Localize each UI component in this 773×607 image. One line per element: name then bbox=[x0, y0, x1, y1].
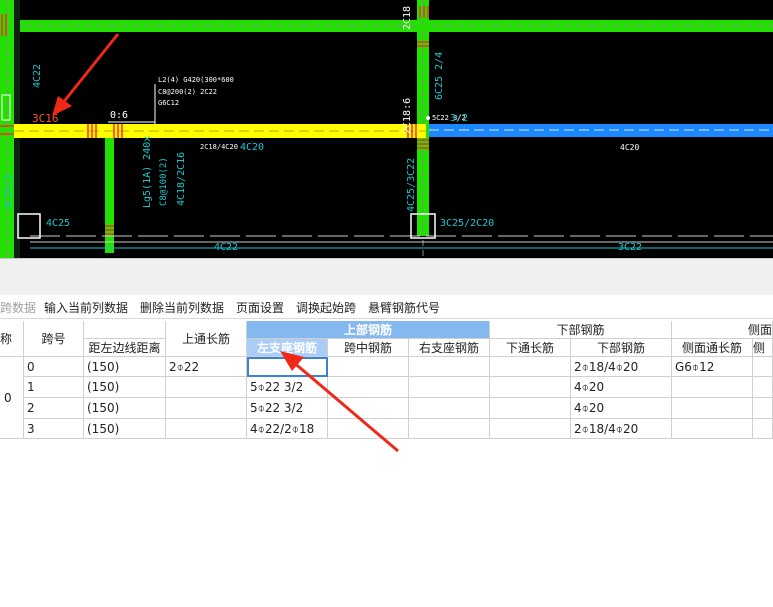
header-bottom-through[interactable]: 下通长筋 bbox=[490, 339, 571, 357]
cad-label-beam-left-lower: 2C18/4C20 bbox=[200, 143, 238, 151]
cell-left-support-selected[interactable] bbox=[247, 357, 328, 377]
cad-label-left-vertical: 4C22 bbox=[32, 64, 43, 88]
header-side-group-partial: 侧面 bbox=[672, 321, 773, 339]
toolbar-delete-column[interactable]: 删除当前列数据 bbox=[140, 299, 224, 316]
cell-bottom-bar[interactable]: 4⌽20 bbox=[571, 377, 672, 398]
cell-bottom-through[interactable] bbox=[490, 398, 571, 419]
toolbar-swap-start-span[interactable]: 调换起始跨 bbox=[296, 299, 356, 316]
cell-left-support[interactable]: 5⌽22 3/2 bbox=[247, 398, 328, 419]
left-column bbox=[0, 0, 14, 258]
cad-drawing: 2C18 4C22 3C16 0:6 L2(4) G420(300*600 C8… bbox=[0, 0, 773, 258]
toolbar-page-setup[interactable]: 页面设置 bbox=[236, 299, 284, 316]
annotation-arrow-top bbox=[52, 33, 120, 116]
cad-label-middle-right-v1: 2C18:6 bbox=[402, 98, 413, 134]
cell-dist[interactable]: (150) bbox=[84, 377, 166, 398]
cell-side-through[interactable] bbox=[672, 377, 753, 398]
cell-top-through[interactable] bbox=[166, 377, 247, 398]
cad-label-right-beam-bottom: 4C20 bbox=[620, 143, 639, 152]
cell-right-support[interactable] bbox=[409, 398, 490, 419]
cell-right-support[interactable] bbox=[409, 377, 490, 398]
cell-mid-span[interactable] bbox=[328, 398, 409, 419]
cell-mid-span[interactable] bbox=[328, 357, 409, 377]
cell-bottom-through[interactable] bbox=[490, 419, 571, 439]
cell-dist[interactable]: (150) bbox=[84, 419, 166, 439]
cell-side-through[interactable] bbox=[672, 419, 753, 439]
header-left-edge-dist: 距左边线距离 bbox=[84, 339, 166, 357]
rebar-table: 称 跨号 距左边线距离 上通长筋 上部钢筋 下部钢筋 侧面 左支座钢筋 跨中钢筋… bbox=[0, 321, 773, 607]
cell-side-through[interactable] bbox=[672, 398, 753, 419]
grid-toolbar: 跨数据 输入当前列数据 删除当前列数据 页面设置 调换起始跨 悬臂钢筋代号 bbox=[0, 296, 773, 319]
cell-side-through[interactable]: G6⌽12 bbox=[672, 357, 753, 377]
header-side-partial: 侧 bbox=[753, 339, 773, 357]
cad-label-beam-spec-3: G6C12 bbox=[158, 99, 179, 107]
cell-span[interactable]: 1 bbox=[24, 377, 84, 398]
cell-top-through[interactable] bbox=[166, 398, 247, 419]
cell-left-support[interactable]: 4⌽22/2⌽18 bbox=[247, 419, 328, 439]
header-left-support[interactable]: 左支座钢筋 bbox=[247, 339, 328, 357]
cad-label-beam-right-cyan: 3/2 bbox=[450, 113, 468, 124]
cad-label-mid-col-lower: 4C25/3C22 bbox=[406, 158, 417, 212]
toolbar-span-data[interactable]: 跨数据 bbox=[0, 299, 36, 316]
cad-label-middle-right-v2: 6C25 2/4 bbox=[434, 52, 445, 100]
toolbar-input-column[interactable]: 输入当前列数据 bbox=[44, 299, 128, 316]
cell-side-extra[interactable] bbox=[753, 398, 773, 419]
cad-label-lg-spec-3: 4C18/2C16 bbox=[176, 152, 187, 206]
cad-label-bottom-right: 3C22 bbox=[618, 242, 642, 253]
cell-span[interactable]: 2 bbox=[24, 398, 84, 419]
cad-label-lg-spec-2: C8@100(2) bbox=[159, 157, 169, 206]
cell-bottom-through[interactable] bbox=[490, 377, 571, 398]
cad-label-left-col-lower: 3C25/2 bbox=[4, 174, 15, 210]
cell-span[interactable]: 0 bbox=[24, 357, 84, 377]
header-name-partial: 称 bbox=[0, 321, 24, 357]
cell-mid-span[interactable] bbox=[328, 377, 409, 398]
cad-drawing-canvas[interactable]: 2C18 4C22 3C16 0:6 L2(4) G420(300*600 C8… bbox=[0, 0, 773, 258]
cell-right-support[interactable] bbox=[409, 419, 490, 439]
header-lower-group: 下部钢筋 bbox=[490, 321, 672, 339]
panel-splitter[interactable] bbox=[0, 258, 773, 295]
cad-label-lg-spec: Lg5(1A) 240x bbox=[142, 136, 153, 208]
cad-label-beam-spec-2: C8@200(2) 2C22 bbox=[158, 88, 217, 96]
cell-span[interactable]: 3 bbox=[24, 419, 84, 439]
cad-label-beam-spec-1: L2(4) G420(300*600 bbox=[158, 76, 234, 84]
cell-bottom-bar[interactable]: 2⌽18/4⌽20 bbox=[571, 357, 672, 377]
cad-label-bottom-left: 4C22 bbox=[214, 242, 238, 253]
cell-side-extra[interactable] bbox=[753, 419, 773, 439]
toolbar-cantilever-code[interactable]: 悬臂钢筋代号 bbox=[368, 299, 440, 316]
header-top-through: 上通长筋 bbox=[166, 321, 247, 357]
cell-bottom-through[interactable] bbox=[490, 357, 571, 377]
cell-dist[interactable]: (150) bbox=[84, 398, 166, 419]
cell-mid-span[interactable] bbox=[328, 419, 409, 439]
header-bottom-bar[interactable]: 下部钢筋 bbox=[571, 339, 672, 357]
header-side-through[interactable]: 侧面通长筋 bbox=[672, 339, 753, 357]
cad-label-beam-left-bottom: 4C20 bbox=[240, 142, 264, 153]
row-group-marker: 0 bbox=[0, 357, 24, 439]
header-blank-dist-top bbox=[84, 321, 166, 339]
cell-dist[interactable]: (150) bbox=[84, 357, 166, 377]
cell-left-support[interactable]: 5⌽22 3/2 bbox=[247, 377, 328, 398]
header-span-no: 跨号 bbox=[24, 321, 84, 357]
cad-label-lower-left-beam: 4C25 bbox=[46, 218, 70, 229]
header-mid-span[interactable]: 跨中钢筋 bbox=[328, 339, 409, 357]
cell-bottom-bar[interactable]: 2⌽18/4⌽20 bbox=[571, 419, 672, 439]
header-right-support[interactable]: 右支座钢筋 bbox=[409, 339, 490, 357]
cad-label-top-vertical: 2C18 bbox=[402, 6, 413, 30]
cell-side-extra[interactable] bbox=[753, 377, 773, 398]
cell-top-through[interactable]: 2⌽22 bbox=[166, 357, 247, 377]
cell-side-extra[interactable] bbox=[753, 357, 773, 377]
cell-right-support[interactable] bbox=[409, 357, 490, 377]
cad-label-ratio: 0:6 bbox=[110, 110, 128, 121]
cad-label-lower-right-beam: 3C25/2C20 bbox=[440, 218, 494, 229]
cell-top-through[interactable] bbox=[166, 419, 247, 439]
cell-bottom-bar[interactable]: 4⌽20 bbox=[571, 398, 672, 419]
header-upper-group: 上部钢筋 bbox=[247, 321, 490, 339]
